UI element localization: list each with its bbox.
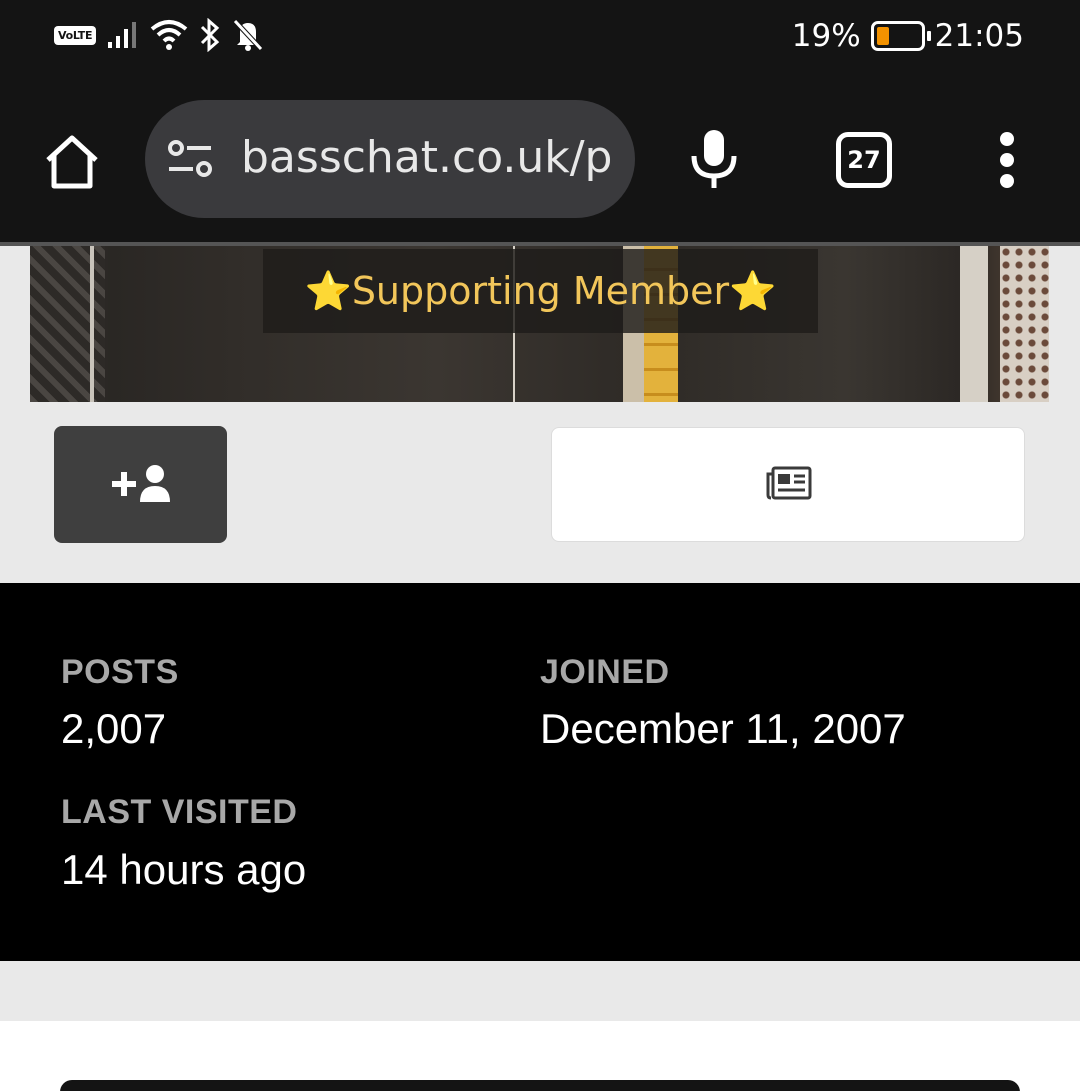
section-gap bbox=[0, 961, 1080, 1021]
last-visited-value: 14 hours ago bbox=[61, 846, 307, 893]
cover-edge bbox=[90, 246, 94, 402]
battery-percent: 19% bbox=[791, 18, 861, 54]
follow-button[interactable] bbox=[54, 426, 227, 543]
home-icon[interactable] bbox=[40, 130, 104, 194]
profile-stats: POSTS 2,007 JOINED December 11, 2007 LAS… bbox=[0, 583, 1080, 961]
last-visited-label: LAST VISITED bbox=[61, 793, 298, 831]
address-bar[interactable]: basschat.co.uk/pr bbox=[145, 100, 635, 218]
menu-dot bbox=[1000, 132, 1014, 146]
status-bar: VoLTE 19% 21:05 bbox=[0, 0, 1080, 78]
member-badge: ⭐Supporting Member⭐ bbox=[263, 249, 818, 333]
member-badge-text: ⭐Supporting Member⭐ bbox=[304, 269, 777, 313]
status-icons-left: VoLTE bbox=[54, 18, 264, 52]
status-icons-right: 19% 21:05 bbox=[792, 18, 1024, 54]
battery-fill bbox=[876, 27, 889, 45]
add-user-icon bbox=[112, 465, 170, 502]
next-card-top bbox=[60, 1080, 1020, 1091]
joined-value: December 11, 2007 bbox=[540, 705, 906, 752]
notifications-off-icon bbox=[233, 19, 264, 51]
signal-icon bbox=[108, 22, 137, 48]
joined-label: JOINED bbox=[540, 653, 670, 691]
more-vert-icon[interactable] bbox=[992, 132, 1022, 188]
url-text[interactable]: basschat.co.uk/pr bbox=[241, 132, 613, 183]
cover-foam-right bbox=[1000, 246, 1049, 402]
posts-value: 2,007 bbox=[61, 705, 167, 752]
microphone-icon[interactable] bbox=[688, 128, 740, 190]
battery-icon bbox=[870, 21, 931, 51]
bluetooth-icon bbox=[201, 18, 220, 52]
menu-dot bbox=[1000, 174, 1014, 188]
view-content-button[interactable] bbox=[551, 427, 1025, 542]
menu-dot bbox=[1000, 153, 1014, 167]
cover-frame bbox=[960, 246, 988, 402]
tab-switcher-button[interactable]: 27 bbox=[836, 132, 892, 188]
browser-toolbar: basschat.co.uk/pr 27 bbox=[0, 78, 1080, 244]
clock: 21:05 bbox=[934, 18, 1024, 54]
newspaper-icon bbox=[766, 466, 812, 500]
site-settings-icon[interactable] bbox=[167, 138, 213, 180]
posts-label: POSTS bbox=[61, 653, 179, 691]
wifi-icon bbox=[150, 20, 188, 50]
cover-photo: ⭐Supporting Member⭐ bbox=[30, 246, 1049, 402]
volte-badge: VoLTE bbox=[54, 25, 97, 45]
